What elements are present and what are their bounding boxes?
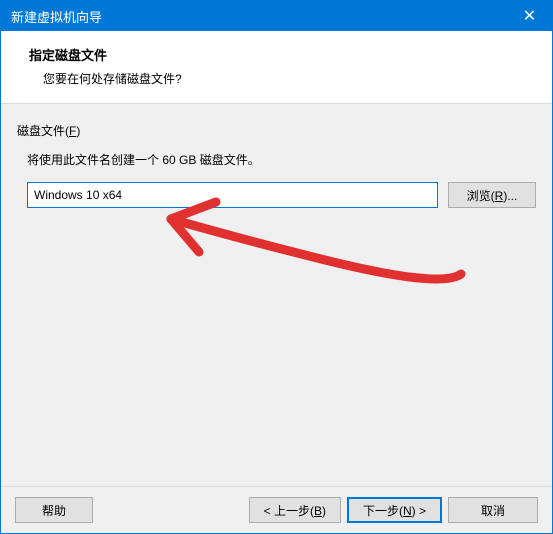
close-button[interactable]: ✕ <box>507 1 552 31</box>
footer-buttons: 帮助 < 上一步(B) 下一步(N) > 取消 <box>1 486 552 533</box>
titlebar: 新建虚拟机向导 ✕ <box>1 1 552 31</box>
wizard-window: 新建虚拟机向导 ✕ 指定磁盘文件 您要在何处存储磁盘文件? 磁盘文件(F) 将使… <box>0 0 553 534</box>
red-arrow-annotation <box>121 194 501 334</box>
close-icon: ✕ <box>523 6 536 26</box>
disk-file-label: 磁盘文件(F) <box>17 122 536 139</box>
window-title: 新建虚拟机向导 <box>11 7 507 26</box>
page-title: 指定磁盘文件 <box>29 45 534 64</box>
next-button[interactable]: 下一步(N) > <box>347 497 442 523</box>
content-area: 磁盘文件(F) 将使用此文件名创建一个 60 GB 磁盘文件。 浏览(R)... <box>1 104 552 486</box>
browse-button[interactable]: 浏览(R)... <box>448 182 536 208</box>
input-row: 浏览(R)... <box>17 182 536 208</box>
header-section: 指定磁盘文件 您要在何处存储磁盘文件? <box>1 31 552 104</box>
back-button[interactable]: < 上一步(B) <box>249 497 341 523</box>
cancel-button[interactable]: 取消 <box>448 497 538 523</box>
page-subtitle: 您要在何处存储磁盘文件? <box>29 70 534 87</box>
disk-file-input[interactable] <box>27 182 438 208</box>
help-button[interactable]: 帮助 <box>15 497 93 523</box>
disk-file-description: 将使用此文件名创建一个 60 GB 磁盘文件。 <box>17 151 536 168</box>
